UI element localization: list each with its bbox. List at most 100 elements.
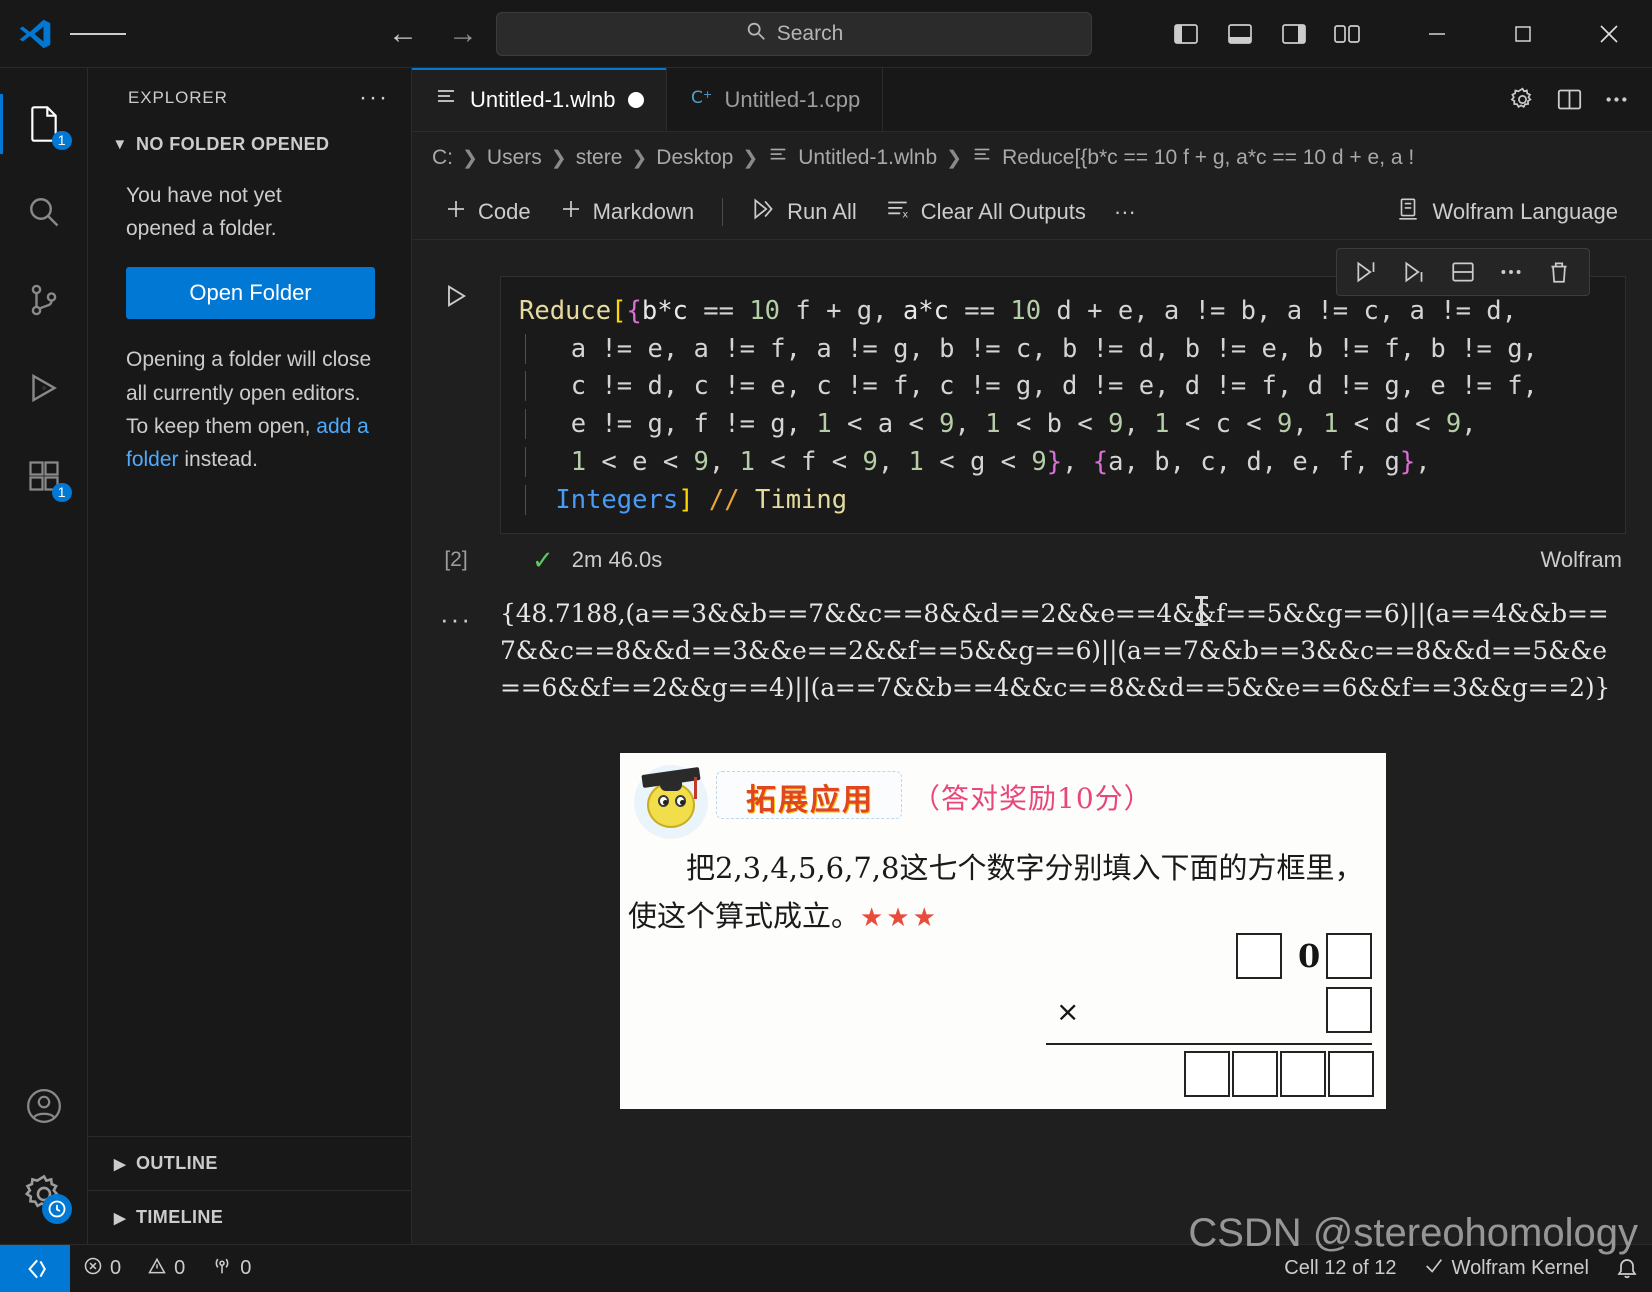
sum-rule <box>1046 1042 1372 1046</box>
status-bar-right: Cell 12 of 12 Wolfram Kernel <box>1271 1245 1652 1292</box>
question-line-1: 把2,3,4,5,6,7,8这七个数字分别填入下面的方框里， <box>686 850 1364 885</box>
breadcrumb-item-desktop[interactable]: Desktop <box>656 146 733 170</box>
more-icon[interactable] <box>1489 252 1533 292</box>
forward-arrow-icon[interactable]: → <box>446 17 480 51</box>
add-markdown-label: Markdown <box>592 198 695 224</box>
split-cell-icon[interactable] <box>1441 252 1485 292</box>
run-cell-button[interactable] <box>442 282 470 314</box>
run-all-button[interactable]: Run All <box>737 192 871 232</box>
sidebar-item-outline[interactable]: ▶ OUTLINE <box>88 1136 411 1190</box>
output-more-icon[interactable]: ··· <box>412 596 500 635</box>
run-by-line-icon[interactable] <box>1345 252 1389 292</box>
execute-below-icon[interactable] <box>1393 252 1437 292</box>
minimize-button[interactable] <box>1394 0 1480 68</box>
ports-status[interactable]: 0 <box>198 1245 264 1292</box>
editor-tabs: Untitled-1.wlnb C + Untitled-1.cpp <box>412 68 1652 132</box>
menu-icon[interactable] <box>70 29 127 39</box>
chevron-right-icon: ❯ <box>462 147 478 169</box>
sidebar-item-search[interactable] <box>0 168 88 256</box>
cell-status: ✓ 2m 46.0s <box>500 545 1541 576</box>
warnings-status[interactable]: 0 <box>134 1245 198 1292</box>
window-controls <box>1394 0 1652 68</box>
toggle-secondary-sidebar-icon[interactable] <box>1274 17 1314 51</box>
hint-text-after: instead. <box>178 447 258 471</box>
kernel-status[interactable]: Wolfram Kernel <box>1410 1245 1602 1292</box>
answer-box <box>1326 986 1372 1033</box>
close-button[interactable] <box>1566 0 1652 68</box>
kernel-selector-button[interactable]: Wolfram Language <box>1395 196 1635 228</box>
arithmetic-diagram: 0 × <box>1036 929 1374 1097</box>
search-input[interactable]: Search <box>496 11 1092 56</box>
toggle-panel-icon[interactable] <box>1220 17 1260 51</box>
activity-bar: 1 1 <box>0 68 88 1244</box>
toolbar-divider <box>722 197 724 226</box>
settings-gear-icon[interactable] <box>0 1150 88 1238</box>
sidebar-item-explorer[interactable]: 1 <box>0 80 88 168</box>
editor-group: Untitled-1.wlnb C + Untitled-1.cpp C: ❯ … <box>412 68 1652 1244</box>
stars: ★★★ <box>860 902 939 933</box>
plus-icon <box>559 197 583 227</box>
timeline-label: TIMELINE <box>136 1207 224 1227</box>
clear-all-outputs-button[interactable]: x Clear All Outputs <box>871 192 1100 232</box>
no-folder-message-line1: You have not yet <box>126 184 282 207</box>
sidebar-more-actions-icon[interactable]: ··· <box>359 84 399 112</box>
add-markdown-cell-button[interactable]: Markdown <box>545 193 708 231</box>
more-actions-icon[interactable] <box>1603 86 1630 113</box>
breadcrumb-item-file[interactable]: Untitled-1.wlnb <box>798 146 937 170</box>
breadcrumb-item-cell[interactable]: Reduce[{b*c == 10 f + g, a*c == 10 d + e… <box>1002 146 1414 170</box>
execution-time: 2m 46.0s <box>571 547 663 573</box>
kernel-label: Wolfram Language <box>1432 198 1619 224</box>
dirty-indicator-icon[interactable] <box>627 91 644 108</box>
breadcrumb-item-users[interactable]: Users <box>487 146 542 170</box>
gear-icon[interactable] <box>1509 86 1536 113</box>
notebook-scroll-area[interactable]: Reduce[{b*c == 10 f + g, a*c == 10 d + e… <box>412 240 1652 1244</box>
sidebar-item-source-control[interactable] <box>0 256 88 344</box>
sidebar-item-run-and-debug[interactable] <box>0 344 88 432</box>
sidebar-item-timeline[interactable]: ▶ TIMELINE <box>88 1190 411 1244</box>
execution-count: [2] <box>444 548 468 572</box>
cpp-icon: C + <box>689 85 713 115</box>
split-editor-icon[interactable] <box>1556 86 1583 113</box>
answer-box <box>1328 1050 1374 1097</box>
notebook-cell: Reduce[{b*c == 10 f + g, a*c == 10 d + e… <box>412 240 1652 1109</box>
add-code-cell-button[interactable]: Code <box>430 193 545 231</box>
cell-position-status[interactable]: Cell 12 of 12 <box>1271 1245 1409 1292</box>
toolbar-more-button[interactable]: ··· <box>1100 195 1150 229</box>
tab-untitled-wlnb[interactable]: Untitled-1.wlnb <box>412 68 667 131</box>
cell-status-row: [2] ✓ 2m 46.0s Wolfram <box>412 534 1652 586</box>
breadcrumb-item-drive[interactable]: C: <box>432 146 453 170</box>
chevron-down-icon: ▼ <box>112 136 128 153</box>
back-arrow-icon[interactable]: ← <box>386 17 420 51</box>
errors-status[interactable]: 0 <box>70 1245 134 1292</box>
question-line-2-text: 使这个算式成立。 <box>628 898 861 933</box>
toggle-primary-sidebar-icon[interactable] <box>1166 17 1206 51</box>
cell-run-gutter <box>412 240 500 314</box>
remote-window-icon[interactable] <box>0 1244 70 1292</box>
search-placeholder: Search <box>776 21 844 45</box>
customize-layout-icon[interactable] <box>1328 17 1368 51</box>
add-code-label: Code <box>478 198 531 224</box>
mascot-icon <box>634 764 708 839</box>
breadcrumb-item-stere[interactable]: stere <box>576 146 623 170</box>
output-text: {48.7188,(a==3&&b==7&&c==8&&d==2&&e==4&&… <box>500 599 1611 702</box>
radio-tower-icon <box>211 1255 233 1283</box>
chevron-right-icon: ▶ <box>114 1209 126 1227</box>
check-icon: ✓ <box>532 544 554 575</box>
accounts-icon[interactable] <box>0 1062 88 1150</box>
chevron-right-icon: ❯ <box>550 147 567 169</box>
notifications-icon[interactable] <box>1602 1245 1652 1292</box>
delete-cell-icon[interactable] <box>1537 252 1581 292</box>
cell-kernel-label: Wolfram <box>1540 547 1623 573</box>
cell-code-editor[interactable]: Reduce[{b*c == 10 f + g, a*c == 10 d + e… <box>500 276 1626 535</box>
output-image-wrapper: 拓展应用 （答对奖励10分） 把2,3,4,5,6,7,8这七个数字分别填入下面… <box>500 707 1612 1109</box>
no-folder-opened-section[interactable]: ▼ NO FOLDER OPENED <box>88 128 411 161</box>
open-folder-button[interactable]: Open Folder <box>126 267 375 320</box>
sidebar-item-extensions[interactable]: 1 <box>0 432 88 520</box>
warnings-count: 0 <box>174 1257 186 1279</box>
answer-box <box>1236 932 1282 979</box>
maximize-button[interactable] <box>1480 0 1566 68</box>
answer-box <box>1326 932 1372 979</box>
tab-untitled-cpp[interactable]: C + Untitled-1.cpp <box>667 68 884 131</box>
cell-hover-toolbar <box>1336 248 1590 296</box>
vscode-logo-icon <box>0 17 70 51</box>
